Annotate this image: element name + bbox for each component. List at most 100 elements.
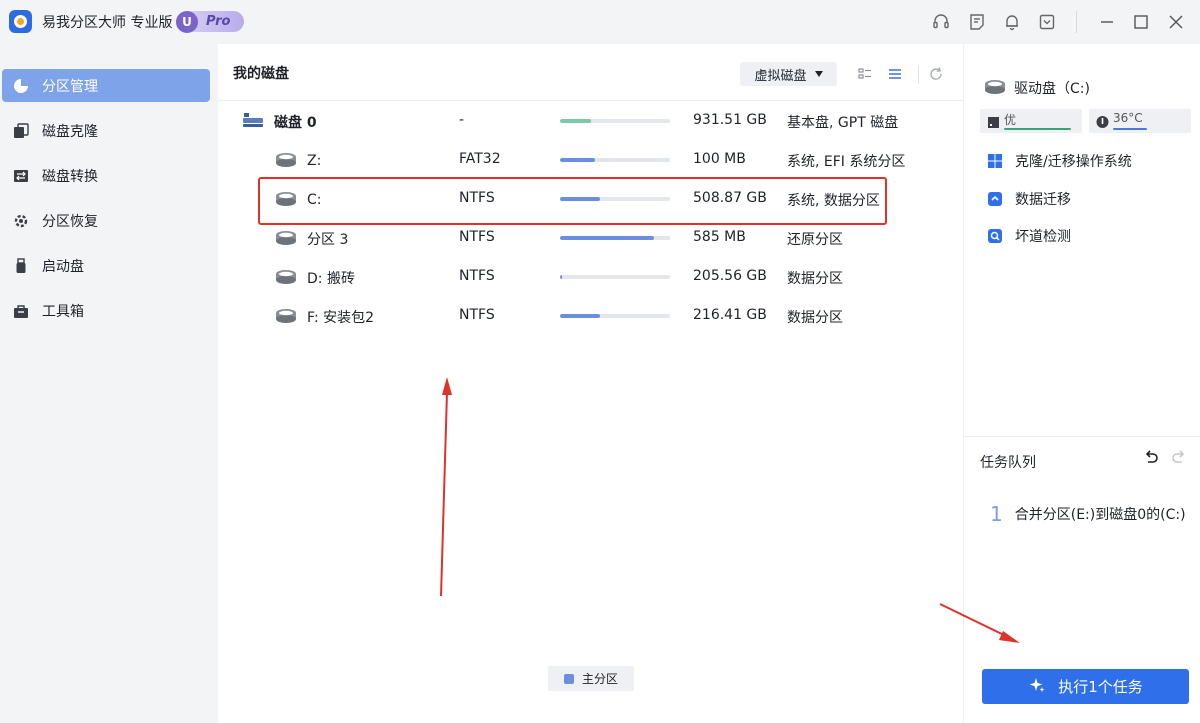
sparkle-icon: [1028, 676, 1046, 698]
partition-desc: 系统, EFI 系统分区: [787, 154, 906, 170]
app-logo-icon: [9, 10, 32, 33]
titlebar-divider: [1076, 11, 1077, 33]
disk-size: 931.51 GB: [693, 112, 767, 128]
partition-usage-fill: [560, 275, 563, 279]
clone-icon: [12, 122, 30, 140]
list-view-icon[interactable]: [887, 66, 903, 82]
partition-fs: NTFS: [459, 268, 495, 284]
disk-name-cell: 磁盘 0: [242, 112, 317, 132]
partition-name-cell: D: 搬砖: [275, 268, 355, 288]
partition-desc: 数据分区: [787, 271, 843, 287]
task-item[interactable]: 1 合并分区(E:)到磁盘0的(C:): [990, 502, 1186, 526]
partition-size: 585 MB: [693, 229, 746, 245]
partition-usage-fill: [560, 236, 654, 240]
temperature-label: 36°C: [1113, 111, 1143, 125]
disk-panel: 我的磁盘 虚拟磁盘 磁盘 0 - 931.51 GB 基本盘, GPT 磁盘 Z…: [218, 44, 963, 723]
action-label: 坏道检测: [1015, 229, 1071, 245]
partition-fs: NTFS: [459, 307, 495, 323]
disk-row[interactable]: 磁盘 0 - 931.51 GB 基本盘, GPT 磁盘: [218, 101, 963, 140]
partition-desc: 还原分区: [787, 232, 843, 248]
health-status: 优: [980, 109, 1082, 133]
minimize-icon[interactable]: [1097, 12, 1117, 32]
temperature-icon: [1096, 114, 1109, 128]
recover-icon: [12, 212, 30, 230]
action-clone-os[interactable]: 克隆/迁移操作系统: [986, 151, 1132, 171]
partition-usage-bar: [560, 275, 670, 279]
partition-drive-icon: [275, 229, 297, 249]
health-label: 优: [1004, 113, 1017, 127]
sidebar-item-partition-manager[interactable]: 分区管理: [2, 69, 210, 102]
usb-icon: [12, 257, 30, 275]
sidebar-item-label: 启动盘: [42, 258, 84, 275]
header-divider: [918, 66, 919, 84]
action-label: 数据迁移: [1015, 192, 1071, 208]
badge-u: U: [176, 10, 198, 33]
partition-name-cell: F: 安装包2: [275, 307, 374, 327]
task-queue-title: 任务队列: [980, 455, 1036, 471]
temperature-status: 36°C: [1089, 109, 1191, 133]
selected-partition-highlight: [258, 177, 887, 225]
partition-size: 100 MB: [693, 151, 746, 167]
bell-icon[interactable]: [1002, 12, 1022, 32]
refresh-icon[interactable]: [928, 66, 944, 82]
toolbox-icon: [12, 302, 30, 320]
partition-name: 分区 3: [307, 232, 349, 248]
sidebar-item-toolbox[interactable]: 工具箱: [2, 294, 210, 327]
sidebar-item-label: 分区管理: [42, 78, 98, 95]
undo-icon[interactable]: [1142, 449, 1160, 467]
page-title: 我的磁盘: [233, 66, 289, 82]
partition-row[interactable]: D: 搬砖 NTFS 205.56 GB 数据分区: [218, 257, 963, 296]
action-bad-sector-check[interactable]: 坏道检测: [986, 226, 1071, 246]
disk-usage-bar: [560, 119, 670, 123]
execute-tasks-button[interactable]: 执行1个任务: [982, 669, 1189, 704]
sidebar-item-label: 分区恢复: [42, 213, 98, 230]
partition-usage-fill: [560, 314, 600, 318]
drive-icon: [984, 78, 1006, 98]
partition-name: D: 搬砖: [307, 271, 355, 287]
partition-row[interactable]: F: 安装包2 NTFS 216.41 GB 数据分区: [218, 296, 963, 335]
sidebar-item-label: 磁盘克隆: [42, 123, 98, 140]
partition-name-cell: Z:: [275, 151, 321, 171]
sidebar: 分区管理 磁盘克隆 磁盘转换 分区恢复 启动盘 工具箱: [0, 44, 218, 723]
partition-row[interactable]: Z: FAT32 100 MB 系统, EFI 系统分区: [218, 140, 963, 179]
headset-icon[interactable]: [931, 12, 951, 32]
app-title: 易我分区大师 专业版: [42, 15, 173, 31]
disk-usage-fill: [560, 119, 591, 123]
sidebar-item-boot-disk[interactable]: 启动盘: [2, 249, 210, 282]
action-label: 克隆/迁移操作系统: [1015, 154, 1132, 170]
disk-name: 磁盘 0: [274, 115, 317, 131]
pro-badge[interactable]: U Pro: [176, 10, 244, 33]
virtual-disk-dropdown[interactable]: 虚拟磁盘: [740, 62, 837, 86]
sidebar-item-label: 磁盘转换: [42, 168, 98, 185]
disk-icon: [242, 112, 264, 132]
convert-icon: [12, 167, 30, 185]
disk-fs: -: [459, 112, 465, 128]
sidebar-item-partition-recovery[interactable]: 分区恢复: [2, 204, 210, 237]
sidebar-item-label: 工具箱: [42, 303, 84, 320]
maximize-icon[interactable]: [1131, 12, 1151, 32]
windows-icon: [986, 153, 1003, 170]
partition-name-cell: 分区 3: [275, 229, 348, 249]
right-panel: 驱动盘（C:) 优 36°C 克隆/迁移操作系统 数据迁移 坏道检测 任务队列 …: [963, 44, 1200, 723]
partition-usage-bar: [560, 314, 670, 318]
dropdown-menu-icon[interactable]: [1037, 12, 1057, 32]
caret-down-icon: [814, 71, 823, 77]
migrate-icon: [986, 191, 1003, 208]
temperature-bar: [1113, 128, 1147, 130]
partition-fs: NTFS: [459, 229, 495, 245]
close-icon[interactable]: [1166, 12, 1186, 32]
task-label: 合并分区(E:)到磁盘0的(C:): [1014, 507, 1186, 523]
health-bar: [1004, 128, 1071, 130]
partition-usage-fill: [560, 158, 596, 162]
partition-usage-bar: [560, 236, 670, 240]
sidebar-item-disk-clone[interactable]: 磁盘克隆: [2, 114, 210, 147]
feedback-icon[interactable]: [967, 12, 987, 32]
partition-usage-bar: [560, 158, 670, 162]
title-bar: 易我分区大师 专业版 U Pro: [0, 0, 1200, 44]
scan-icon: [986, 228, 1003, 245]
task-index: 1: [990, 502, 1003, 526]
grid-view-icon[interactable]: [857, 66, 873, 82]
action-data-migration[interactable]: 数据迁移: [986, 189, 1071, 209]
sidebar-item-disk-convert[interactable]: 磁盘转换: [2, 159, 210, 192]
redo-icon[interactable]: [1170, 449, 1188, 467]
